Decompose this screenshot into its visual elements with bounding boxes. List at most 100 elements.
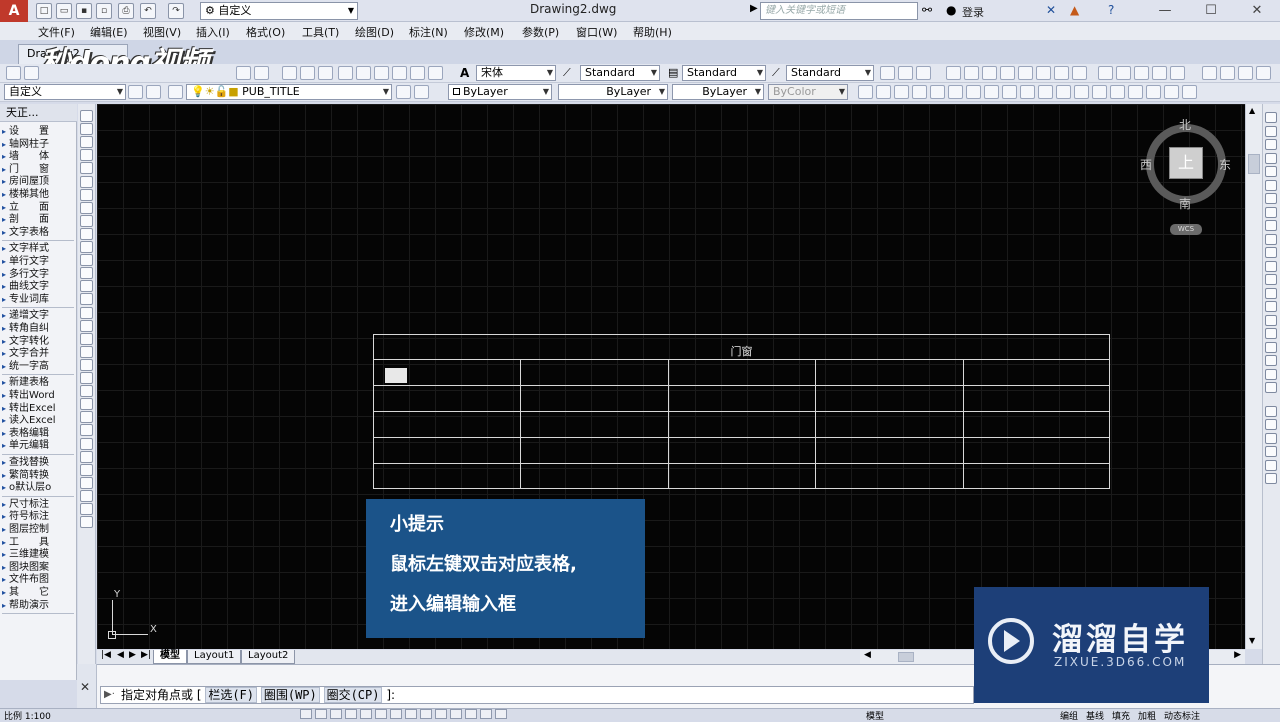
draw-tool-icon[interactable]	[80, 136, 93, 149]
tangent-menu-item[interactable]: ▸ 单元编辑	[2, 440, 76, 453]
undo-icon[interactable]: ↶	[140, 3, 156, 19]
draw-tool-icon[interactable]	[80, 476, 93, 489]
table-cell-edit-cursor[interactable]	[385, 368, 407, 383]
menu-parametric[interactable]: 参数(P)	[522, 24, 559, 40]
exchange-icon[interactable]: ✕	[1046, 3, 1056, 17]
draw-tool-icon[interactable]	[80, 306, 93, 319]
tch-tool-14-icon[interactable]	[1092, 85, 1107, 99]
menu-format[interactable]: 格式(O)	[246, 24, 285, 40]
design-center-icon[interactable]	[356, 66, 371, 80]
draw-tool-icon[interactable]	[80, 175, 93, 188]
modify-tool-icon[interactable]	[1265, 432, 1277, 444]
undo-toolbar-icon[interactable]	[254, 66, 269, 80]
tangent-menu-item[interactable]: ▸ 设 置	[2, 126, 76, 139]
zoom-realtime-icon[interactable]	[282, 66, 297, 80]
modify-tool-icon[interactable]	[1265, 260, 1277, 272]
tangent-menu-item[interactable]: ▸ 三维建模	[2, 549, 76, 562]
dim-style-manager-icon[interactable]	[1256, 66, 1271, 80]
draw-tool-icon[interactable]	[80, 489, 93, 502]
tangent-menu-item[interactable]: ▸ 读入Excel	[2, 415, 76, 428]
inspection-icon[interactable]	[1134, 66, 1149, 80]
tch-tool-9-icon[interactable]	[1002, 85, 1017, 99]
close-command-window-icon[interactable]: ✕	[80, 680, 90, 694]
tch-tool-8-icon[interactable]	[984, 85, 999, 99]
compass-west[interactable]: 西	[1140, 156, 1152, 173]
status-toggle-icon[interactable]	[405, 709, 417, 719]
modify-tool-icon[interactable]	[1265, 473, 1277, 484]
modify-tool-icon[interactable]	[1265, 274, 1277, 285]
draw-tool-icon[interactable]	[80, 516, 93, 529]
horizontal-scroll-thumb[interactable]	[898, 652, 914, 662]
modify-tool-icon[interactable]	[1265, 355, 1277, 366]
draw-tool-icon[interactable]	[80, 188, 93, 201]
dim-aligned-icon[interactable]	[898, 66, 913, 80]
help-icon[interactable]: ?	[1108, 3, 1114, 17]
vertical-scrollbar[interactable]: ▲ ▼	[1245, 104, 1262, 649]
linetype-select[interactable]: ByLayer ▼	[558, 84, 668, 100]
dim-space-icon[interactable]	[1072, 66, 1087, 80]
command-option-fence[interactable]: 栏选(F)	[205, 687, 258, 703]
tch-tool-2-icon[interactable]	[876, 85, 891, 99]
modify-tool-icon[interactable]	[1265, 328, 1277, 339]
draw-tool-icon[interactable]	[80, 227, 93, 240]
tangent-menu-item[interactable]: ▸ 图层控制	[2, 524, 76, 537]
dim-baseline-icon[interactable]	[1036, 66, 1051, 80]
markup-icon[interactable]	[410, 66, 425, 80]
draw-tool-icon[interactable]	[80, 463, 93, 476]
tangent-menu-item[interactable]: ▸ 其 它	[2, 587, 76, 600]
tab-model[interactable]: 模型	[153, 650, 187, 664]
command-input[interactable]: ▶· 指定对角点或 [ 栏选(F) 圈围(WP) 圈交(CP) ]:	[100, 686, 974, 704]
tangent-menu-item[interactable]: ▸ 转角自纠	[2, 323, 76, 336]
tangent-menu-item[interactable]: ▸ 图块图案	[2, 562, 76, 575]
dim-radius-icon[interactable]	[964, 66, 979, 80]
tab-next-icon[interactable]: ▶	[129, 650, 136, 660]
modify-tool-icon[interactable]	[1265, 314, 1277, 326]
status-baseline-toggle[interactable]: 基线	[1086, 709, 1104, 722]
dim-continue-icon[interactable]	[1054, 66, 1069, 80]
status-fill-toggle[interactable]: 填充	[1112, 709, 1130, 722]
tangent-menu-item[interactable]: ▸ 新建表格	[2, 377, 76, 390]
tangent-menu-item[interactable]: ▸ o默认层o	[2, 482, 76, 495]
tolerance-icon[interactable]	[1098, 66, 1113, 80]
tangent-menu-item[interactable]: ▸ 剖 面	[2, 214, 76, 227]
tch-tool-15-icon[interactable]	[1110, 85, 1125, 99]
save-icon[interactable]: ▪	[76, 3, 92, 19]
menu-window[interactable]: 窗口(W)	[576, 24, 617, 40]
tangent-menu-item[interactable]: ▸ 多行文字	[2, 269, 76, 282]
modify-tool-icon[interactable]	[1265, 341, 1277, 353]
draw-tool-icon[interactable]	[80, 345, 93, 358]
tool-palettes-icon[interactable]	[374, 66, 389, 80]
modify-tool-icon[interactable]	[1265, 112, 1277, 123]
maximize-button[interactable]: ☐	[1188, 0, 1234, 22]
draw-tool-icon[interactable]	[80, 385, 93, 398]
tch-tool-19-icon[interactable]	[1182, 85, 1197, 99]
draw-tool-icon[interactable]	[80, 241, 93, 253]
tab-last-icon[interactable]: ▶|	[141, 650, 151, 660]
viewcube-top-face[interactable]: 上	[1169, 147, 1203, 179]
draw-tool-icon[interactable]	[80, 411, 93, 424]
save-as-icon[interactable]: ▫	[96, 3, 112, 19]
tch-tool-16-icon[interactable]	[1128, 85, 1143, 99]
quickcalc-icon[interactable]	[428, 66, 443, 80]
modify-tool-icon[interactable]	[1265, 382, 1277, 393]
draw-tool-icon[interactable]	[80, 332, 93, 345]
draw-tool-icon[interactable]	[80, 319, 93, 332]
status-toggle-icon[interactable]	[330, 709, 342, 719]
tch-tool-13-icon[interactable]	[1074, 85, 1089, 99]
pan-icon[interactable]	[236, 66, 251, 80]
print-icon[interactable]: ⎙	[118, 3, 134, 19]
tangent-menu-item[interactable]: ▸ 帮助演示	[2, 600, 76, 613]
modify-tool-icon[interactable]	[1265, 125, 1277, 137]
status-bold-toggle[interactable]: 加粗	[1138, 709, 1156, 722]
tangent-menu-item[interactable]: ▸ 文件布图	[2, 574, 76, 587]
compass-east[interactable]: 东	[1219, 156, 1231, 173]
compass-south[interactable]: 南	[1179, 195, 1191, 212]
command-option-wpolygon[interactable]: 圈围(WP)	[260, 687, 320, 703]
application-menu-button[interactable]: A	[0, 0, 28, 22]
tch-tool-3-icon[interactable]	[894, 85, 909, 99]
vertical-scroll-thumb[interactable]	[1248, 154, 1260, 174]
open-file-icon[interactable]: ▭	[56, 3, 72, 19]
tangent-menu-item[interactable]: ▸ 单行文字	[2, 256, 76, 269]
dim-ordinate-icon[interactable]	[946, 66, 961, 80]
status-toggle-icon[interactable]	[450, 709, 462, 719]
